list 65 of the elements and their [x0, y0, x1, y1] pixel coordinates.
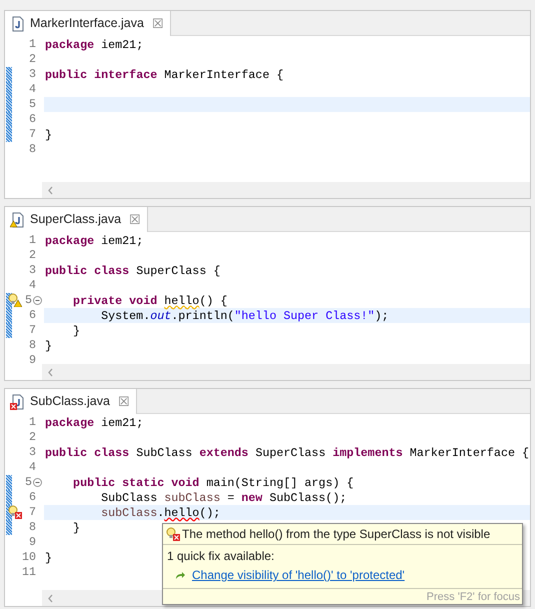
- code-line: package iem21;: [45, 234, 144, 248]
- close-icon[interactable]: ☒: [129, 210, 142, 230]
- line-number: 5: [28, 97, 36, 112]
- quick-fix-heading: 1 quick fix available:: [167, 549, 274, 563]
- line-number: 5: [24, 293, 32, 308]
- close-icon[interactable]: ☒: [118, 392, 130, 412]
- code-line: subClass.hello();: [100, 506, 220, 520]
- line-number: 3: [28, 263, 36, 278]
- line-number: 11: [22, 565, 36, 580]
- lightbulb-warning-icon[interactable]: [8, 293, 22, 307]
- tab-title: SuperClass.java: [30, 211, 122, 228]
- code-line: }: [72, 324, 80, 338]
- line-number: 7: [28, 505, 36, 520]
- code-line: }: [45, 128, 52, 142]
- lightbulb-error-icon: [166, 527, 180, 541]
- line-number: 3: [28, 445, 36, 460]
- code-line: }: [45, 551, 52, 565]
- line-number: 3: [28, 67, 36, 82]
- line-number: 4: [28, 82, 36, 97]
- line-number: 8: [28, 520, 36, 535]
- focus-hint: Press 'F2' for focus: [426, 591, 520, 603]
- fold-icon[interactable]: [33, 478, 42, 487]
- code-line: System.out.println("hello Super Class!");: [100, 309, 389, 323]
- close-icon[interactable]: ☒: [152, 14, 164, 34]
- editor-tab[interactable]: SuperClass.java ☒: [5, 207, 148, 232]
- code-line: }: [45, 339, 52, 353]
- line-number: 7: [28, 127, 36, 142]
- code-line: public class SubClass extends SuperClass implements MarkerInterface {: [45, 446, 529, 460]
- horizontal-scrollbar[interactable]: [42, 182, 530, 198]
- tab-title: SubClass.java: [30, 393, 110, 410]
- horizontal-scrollbar[interactable]: [42, 364, 530, 380]
- line-number: 7: [28, 323, 36, 338]
- line-number: 6: [28, 308, 36, 323]
- line-number: 2: [28, 248, 36, 263]
- tab-title: MarkerInterface.java: [30, 15, 144, 32]
- line-number: 9: [28, 535, 36, 550]
- line-number: 1: [28, 233, 36, 248]
- code-line: }: [72, 521, 80, 535]
- arrow-icon: [175, 570, 186, 580]
- line-number: 10: [22, 550, 36, 565]
- line-number: 8: [28, 338, 36, 353]
- editor-tab[interactable]: MarkerInterface.java ☒: [5, 11, 171, 36]
- line-number: 8: [28, 142, 36, 157]
- code-line: private void hello() {: [72, 294, 228, 308]
- line-number: 6: [28, 112, 36, 127]
- line-number: 2: [28, 52, 36, 67]
- problem-message: The method hello() from the type SuperClass is not visible: [182, 526, 490, 543]
- line-number: 1: [28, 415, 36, 430]
- line-number: 4: [28, 278, 36, 293]
- fold-icon[interactable]: [33, 296, 42, 305]
- editor-tab[interactable]: SubClass.java ☒: [5, 389, 137, 414]
- code-line: package iem21;: [45, 416, 144, 430]
- code-line: public class SuperClass {: [45, 264, 220, 278]
- line-number: 6: [28, 490, 36, 505]
- code-line: SubClass subClass = new SubClass();: [100, 491, 347, 505]
- line-number: 5: [24, 475, 32, 490]
- quick-fix-link[interactable]: Change visibility of 'hello()' to 'protected': [192, 567, 405, 583]
- code-line: public static void main(String[] args) {: [72, 476, 354, 490]
- line-number: 4: [28, 460, 36, 475]
- lightbulb-error-icon[interactable]: [8, 505, 22, 519]
- code-line: public interface MarkerInterface {: [45, 68, 284, 82]
- code-line: package iem21;: [45, 38, 144, 52]
- line-number: 2: [28, 430, 36, 445]
- line-number: 1: [28, 37, 36, 52]
- line-number: 9: [28, 353, 36, 368]
